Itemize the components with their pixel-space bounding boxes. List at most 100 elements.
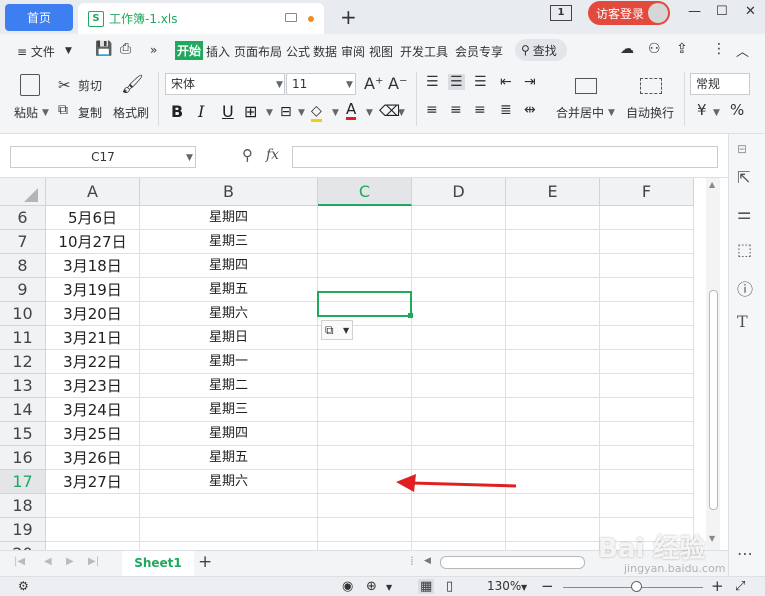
table-cell[interactable] bbox=[318, 446, 412, 470]
table-cell[interactable] bbox=[318, 206, 412, 230]
table-cell[interactable] bbox=[600, 326, 694, 350]
table-cell[interactable] bbox=[600, 446, 694, 470]
table-cell[interactable] bbox=[412, 350, 506, 374]
tab-insert[interactable]: 插入 bbox=[206, 43, 230, 60]
layout-chevron-icon[interactable]: ▼ bbox=[298, 108, 305, 118]
document-tab[interactable]: S 工作簿-1.xls bbox=[78, 3, 324, 34]
merge-center-icon[interactable] bbox=[575, 78, 597, 94]
font-name-select[interactable]: 宋体 bbox=[165, 73, 285, 95]
file-menu[interactable]: ≡ 文件 bbox=[17, 43, 55, 60]
select-all-corner[interactable] bbox=[0, 178, 46, 206]
cursor-icon[interactable]: ⇱ bbox=[737, 168, 750, 187]
font-size-chevron-icon[interactable]: ▼ bbox=[346, 80, 353, 90]
table-cell[interactable] bbox=[318, 254, 412, 278]
table-cell[interactable] bbox=[318, 374, 412, 398]
screen-icon[interactable] bbox=[285, 13, 297, 22]
table-cell[interactable] bbox=[600, 206, 694, 230]
row-header[interactable]: 6 bbox=[0, 206, 46, 230]
row-header[interactable]: 11 bbox=[0, 326, 46, 350]
italic-button[interactable]: I bbox=[198, 102, 204, 121]
reading-mode-icon[interactable]: ⊕ bbox=[366, 579, 377, 594]
more-panel-icon[interactable]: ⋯ bbox=[737, 544, 753, 563]
scroll-left-icon[interactable]: ◀ bbox=[424, 556, 431, 566]
page-view-icon[interactable]: ▯ bbox=[446, 579, 453, 594]
table-cell[interactable] bbox=[140, 518, 318, 542]
bold-button[interactable]: B bbox=[171, 102, 183, 121]
tab-view[interactable]: 视图 bbox=[369, 43, 393, 60]
font-name-chevron-icon[interactable]: ▼ bbox=[276, 80, 283, 90]
table-cell[interactable]: 3月26日 bbox=[46, 446, 140, 470]
increase-font-icon[interactable]: A⁺ bbox=[364, 74, 383, 93]
visitor-login-button[interactable]: 访客登录 bbox=[588, 1, 670, 25]
table-cell[interactable] bbox=[506, 254, 600, 278]
row-header[interactable]: 19 bbox=[0, 518, 46, 542]
zoom-out-button[interactable]: − bbox=[541, 577, 554, 595]
prev-sheet-icon[interactable]: ◀ bbox=[44, 556, 52, 567]
print-icon[interactable]: ⎙ bbox=[120, 41, 131, 57]
table-cell[interactable] bbox=[46, 542, 140, 550]
justify-icon[interactable]: ≣ bbox=[500, 102, 512, 118]
column-header-a[interactable]: A bbox=[46, 178, 140, 206]
cut-button[interactable]: 剪切 bbox=[78, 77, 102, 94]
vertical-scrollbar[interactable]: ▲ ▼ bbox=[706, 178, 720, 550]
table-cell[interactable]: 星期一 bbox=[140, 350, 318, 374]
column-header-e[interactable]: E bbox=[506, 178, 600, 206]
table-cell[interactable]: 星期日 bbox=[140, 326, 318, 350]
table-cell[interactable] bbox=[600, 302, 694, 326]
insert-function-button[interactable]: fx bbox=[266, 147, 279, 163]
row-header[interactable]: 17 bbox=[0, 470, 46, 494]
text-icon[interactable]: T bbox=[737, 312, 748, 331]
home-tab[interactable]: 首页 bbox=[5, 4, 73, 31]
zoom-in-button[interactable]: + bbox=[711, 577, 724, 595]
table-cell[interactable] bbox=[412, 422, 506, 446]
hscroll-divider-icon[interactable]: ⁞ bbox=[410, 554, 414, 568]
column-header-d[interactable]: D bbox=[412, 178, 506, 206]
page-count-badge[interactable]: 1 bbox=[550, 5, 572, 21]
column-header-c[interactable]: C bbox=[318, 178, 412, 206]
collapse-ribbon-icon[interactable]: ︿ bbox=[736, 41, 749, 60]
table-cell[interactable] bbox=[412, 206, 506, 230]
table-cell[interactable] bbox=[506, 542, 600, 550]
table-cell[interactable] bbox=[412, 326, 506, 350]
paste-chevron-icon[interactable]: ▼ bbox=[42, 108, 49, 118]
table-cell[interactable]: 3月25日 bbox=[46, 422, 140, 446]
align-middle-icon[interactable]: ☰ bbox=[448, 74, 465, 90]
font-color-chevron-icon[interactable]: ▼ bbox=[366, 108, 373, 118]
align-right-icon[interactable]: ≡ bbox=[474, 102, 486, 118]
underline-button[interactable]: U bbox=[222, 102, 234, 121]
table-cell[interactable]: 3月21日 bbox=[46, 326, 140, 350]
table-cell[interactable] bbox=[46, 494, 140, 518]
table-cell[interactable]: 星期五 bbox=[140, 278, 318, 302]
table-cell[interactable]: 星期六 bbox=[140, 470, 318, 494]
copy-button[interactable]: 复制 bbox=[78, 104, 102, 121]
table-cell[interactable] bbox=[600, 230, 694, 254]
table-cell[interactable] bbox=[506, 398, 600, 422]
align-left-icon[interactable]: ≡ bbox=[426, 102, 438, 118]
name-box-chevron-icon[interactable]: ▼ bbox=[186, 153, 193, 163]
table-cell[interactable]: 3月20日 bbox=[46, 302, 140, 326]
save-icon[interactable]: 💾 bbox=[95, 41, 112, 57]
table-cell[interactable]: 星期四 bbox=[140, 422, 318, 446]
fullscreen-icon[interactable]: ⤢ bbox=[735, 579, 745, 594]
spreadsheet-grid[interactable]: A B C D E F 6 5月6日 星期四 7 10月27日 星期三 8 3月18日 星期四 9 3月19日星… bbox=[0, 178, 706, 550]
table-cell[interactable] bbox=[506, 470, 600, 494]
row-header[interactable]: 10 bbox=[0, 302, 46, 326]
table-cell[interactable] bbox=[412, 518, 506, 542]
table-cell[interactable] bbox=[506, 374, 600, 398]
paste-options-button[interactable]: ⧉ ▼ bbox=[321, 320, 353, 340]
row-header[interactable]: 15 bbox=[0, 422, 46, 446]
share-icon[interactable]: ⇪ bbox=[676, 41, 688, 57]
scroll-down-icon[interactable]: ▼ bbox=[709, 534, 715, 543]
table-cell[interactable]: 3月23日 bbox=[46, 374, 140, 398]
macro-icon[interactable]: ⚙ bbox=[18, 579, 29, 593]
tab-data[interactable]: 数据 bbox=[313, 43, 337, 60]
row-header[interactable]: 16 bbox=[0, 446, 46, 470]
layout-icon[interactable]: ⊟ bbox=[280, 104, 292, 120]
help-icon[interactable]: ⓘ bbox=[737, 276, 753, 300]
table-cell[interactable]: 星期三 bbox=[140, 398, 318, 422]
table-cell[interactable] bbox=[318, 422, 412, 446]
add-sheet-button[interactable]: + bbox=[198, 552, 212, 572]
currency-chevron-icon[interactable]: ▼ bbox=[713, 108, 720, 118]
table-cell[interactable]: 星期五 bbox=[140, 446, 318, 470]
merge-center-button[interactable]: 合并居中 bbox=[556, 104, 604, 121]
